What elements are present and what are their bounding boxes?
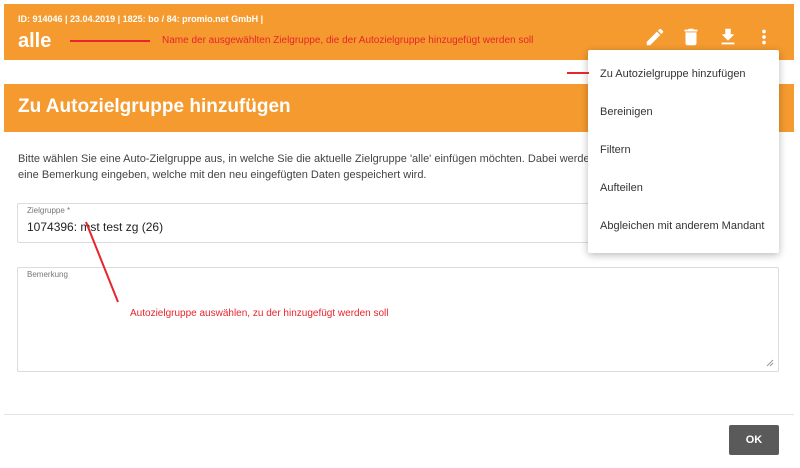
menu-item-filtern[interactable]: Filtern (600, 144, 631, 156)
menu-item-abgleichen[interactable]: Abgleichen mit anderem Mandant (600, 220, 764, 232)
bemerkung-label: Bemerkung (27, 270, 68, 279)
resize-grip-icon[interactable] (766, 359, 774, 367)
bemerkung-textarea[interactable]: Bemerkung (17, 267, 779, 372)
delete-icon[interactable] (680, 26, 702, 48)
annotation-name-note: Name der ausgewählten Zielgruppe, die de… (162, 35, 534, 46)
edit-icon[interactable] (644, 26, 666, 48)
footer-divider (4, 414, 794, 415)
annotation-line-name (70, 40, 150, 42)
page-title: alle (18, 30, 52, 52)
zielgruppe-value: 1074396: mst test zg (26) (27, 220, 164, 234)
ok-button[interactable]: OK (729, 425, 779, 455)
dialog-title: Zu Autozielgruppe hinzufügen (18, 96, 291, 117)
context-menu: Zu Autozielgruppe hinzufügen Bereinigen … (588, 50, 779, 253)
zielgruppe-label: Zielgruppe * (27, 206, 71, 215)
menu-item-bereinigen[interactable]: Bereinigen (600, 106, 653, 118)
download-icon[interactable] (717, 26, 739, 48)
menu-item-zu-autozielgruppe[interactable]: Zu Autozielgruppe hinzufügen (600, 68, 746, 80)
annotation-select-note: Autozielgruppe auswählen, zu der hinzuge… (130, 308, 389, 319)
more-vert-icon[interactable] (753, 26, 775, 48)
menu-item-aufteilen[interactable]: Aufteilen (600, 182, 643, 194)
annotation-line-menu (567, 72, 589, 74)
header-meta: ID: 914046 | 23.04.2019 | 1825: bo / 84:… (18, 14, 264, 24)
